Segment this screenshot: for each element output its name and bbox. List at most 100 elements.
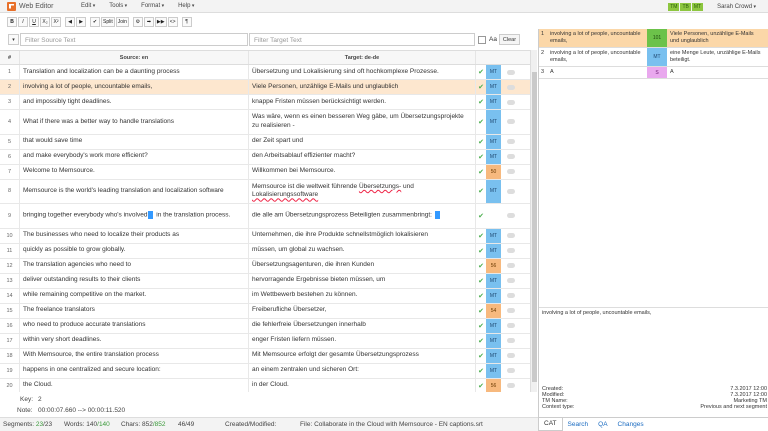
table-row[interactable]: 16 who need to produce accurate translati… [0,318,530,334]
confirmed-check-icon[interactable]: ✔ [476,364,486,378]
source-cell[interactable]: bringing together everybody who's involv… [20,204,249,228]
superscript-button[interactable]: X² [51,16,61,27]
table-row[interactable]: 12 The translation agencies who need to Üb… [0,258,530,274]
confirmed-check-icon[interactable]: ✔ [476,110,486,134]
comment-icon[interactable] [501,95,521,109]
table-row[interactable]: 20 the Cloud. in der Cloud. ✔ 56 [0,378,530,393]
comment-icon[interactable] [501,289,521,303]
comment-icon[interactable] [501,165,521,179]
menu-format[interactable]: Format [141,3,164,9]
source-cell[interactable]: while remaining competitive on the marke… [20,288,249,303]
comment-icon[interactable] [501,150,521,164]
confirmed-check-icon[interactable]: ✔ [476,304,486,318]
target-cell[interactable]: knappe Fristen müssen berücksichtigt wer… [249,95,476,109]
comment-icon[interactable] [501,334,521,348]
filter-source-input[interactable]: Filter Source Text [20,33,248,46]
comment-icon[interactable] [501,229,521,243]
confirmed-check-icon[interactable]: ✔ [476,65,486,79]
underline-button[interactable]: U [29,16,39,27]
table-row[interactable]: 1 Translation and localization can be a d… [0,65,530,80]
target-cell[interactable]: Freiberufliche Übersetzer, [249,303,476,318]
confirmed-check-icon[interactable]: ✔ [476,349,486,363]
tags-icon[interactable]: <> [167,16,178,27]
confirmed-check-icon[interactable]: ✔ [476,229,486,243]
target-cell[interactable]: Übersetzungsagenturen, die ihren Kunden [249,258,476,273]
target-cell[interactable]: hervorragende Ergebnisse bieten müssen, … [249,273,476,288]
source-cell[interactable]: The translation agencies who need to [20,258,249,273]
menu-tools[interactable]: Tools [109,3,127,9]
clear-button[interactable]: Clear [499,34,520,45]
target-cell[interactable]: der Zeit spart und [249,134,476,149]
tab-search[interactable]: Search [563,421,594,428]
table-row[interactable]: 6 and make everybody's work more efficien… [0,149,530,165]
menu-edit[interactable]: Edit [81,3,95,9]
filter-target-input[interactable]: Filter Target Text [249,33,475,46]
comment-icon[interactable] [501,244,521,258]
comment-icon[interactable] [501,319,521,333]
filter-dropdown-icon[interactable]: ▾ [8,34,19,45]
target-cell[interactable]: den Arbeitsablauf effizienter macht? [249,149,476,164]
target-cell[interactable]: müssen, um global zu wachsen. [249,243,476,258]
menu-help[interactable]: Help [178,3,194,9]
tab-qa[interactable]: QA [593,421,612,428]
tb-badge[interactable]: TB [680,2,691,11]
confirmed-check-icon[interactable]: ✔ [476,274,486,288]
tab-changes[interactable]: Changes [613,421,649,428]
join-button[interactable]: Join [115,16,129,27]
comment-icon[interactable] [501,274,521,288]
target-cell[interactable]: Übersetzung und Lokalisierung sind oft h… [249,65,476,79]
source-cell[interactable]: within very short deadlines. [20,333,249,348]
table-row[interactable]: 2 involving a lot of people, uncountable … [0,80,530,95]
target-cell[interactable]: Willkommen bei Memsource. [249,164,476,179]
source-cell[interactable]: Welcome to Memsource. [20,164,249,179]
source-cell[interactable]: What if there was a better way to handle… [20,110,249,134]
table-row[interactable]: 7 Welcome to Memsource. Willkommen bei Mem… [0,164,530,180]
confirmed-check-icon[interactable]: ✔ [476,80,486,94]
table-row[interactable]: 11 quickly as possible to grow globally. m… [0,243,530,259]
tm-badge[interactable]: TM [668,2,680,11]
source-cell[interactable]: happens in one centralized and secure lo… [20,363,249,378]
source-cell[interactable]: The businesses who need to localize thei… [20,228,249,243]
comment-icon[interactable] [501,65,521,79]
split-button[interactable]: Split [101,16,115,27]
confirmed-check-icon[interactable]: ✔ [476,379,486,393]
source-cell[interactable]: With Memsource, the entire translation p… [20,348,249,363]
confirmed-check-icon[interactable]: ✔ [476,135,486,149]
source-cell[interactable]: quickly as possible to grow globally. [20,243,249,258]
table-row[interactable]: 10 The businesses who need to localize th… [0,228,530,244]
source-cell[interactable]: deliver outstanding results to their cli… [20,273,249,288]
tm-match-row[interactable]: 1 involving a lot of people, uncountable … [539,29,768,48]
table-row[interactable]: 9 bringing together everybody who's invol… [0,204,530,229]
confirmed-check-icon[interactable]: ✔ [476,150,486,164]
target-cell[interactable]: Memsource ist die weltweit führende Über… [249,179,476,203]
confirmed-check-icon[interactable]: ✔ [476,334,486,348]
subscript-button[interactable]: X₂ [40,16,50,27]
table-row[interactable]: 18 With Memsource, the entire translation… [0,348,530,364]
table-row[interactable]: 14 while remaining competitive on the mar… [0,288,530,304]
confirmed-check-icon[interactable]: ✔ [476,244,486,258]
mt-badge[interactable]: MT [691,2,704,11]
confirmed-check-icon[interactable]: ✔ [476,95,486,109]
table-row[interactable]: 15 The freelance translators Freiberuflich… [0,303,530,319]
target-cell[interactable]: im Wettbewerb bestehen zu können. [249,288,476,303]
table-row[interactable]: 13 deliver outstanding results to their c… [0,273,530,289]
undo-icon[interactable]: ◀ [65,16,75,27]
confirmed-check-icon[interactable]: ✔ [476,259,486,273]
inline-tag-icon[interactable] [434,211,440,220]
table-row[interactable]: 8 Memsource is the world's leading transl… [0,179,530,204]
target-cell[interactable]: an einem zentralen und sicheren Ort: [249,363,476,378]
confirmed-check-icon[interactable]: ✔ [476,289,486,303]
target-cell[interactable]: Unternehmen, die ihre Produkte schnellst… [249,228,476,243]
table-row[interactable]: 19 happens in one centralized and secure … [0,363,530,379]
grid-scrollbar[interactable] [530,50,537,392]
comment-icon[interactable] [501,180,521,204]
comment-icon[interactable] [501,349,521,363]
comment-icon[interactable] [501,364,521,378]
table-row[interactable]: 5 that would save time der Zeit spart und ✔… [0,134,530,150]
comment-icon[interactable] [501,110,521,134]
match-case-checkbox[interactable] [478,36,486,44]
gear-icon[interactable]: ⚙ [132,16,143,27]
confirmed-check-icon[interactable]: ✔ [476,180,486,204]
table-row[interactable]: 17 within very short deadlines. enger Fris… [0,333,530,349]
confirmed-check-icon[interactable]: ✔ [476,204,486,228]
